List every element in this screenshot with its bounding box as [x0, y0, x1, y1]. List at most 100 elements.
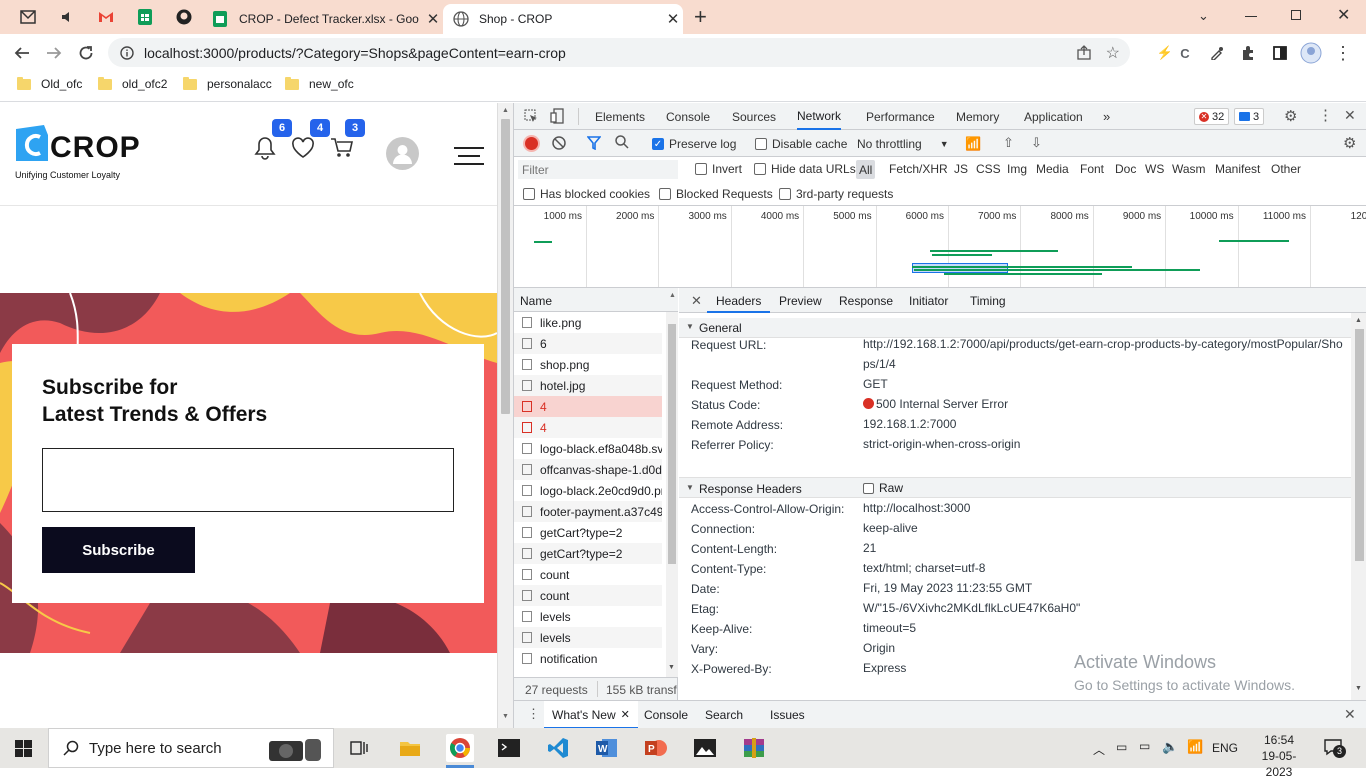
- clear-icon[interactable]: [552, 136, 566, 153]
- share-icon[interactable]: [1076, 44, 1092, 61]
- detail-tab-timing[interactable]: Timing: [970, 294, 1006, 308]
- page-scrollbar[interactable]: ▲ ▼: [497, 103, 513, 728]
- request-row[interactable]: levels: [514, 627, 662, 648]
- hide-data-urls-checkbox[interactable]: Hide data URLs: [754, 157, 856, 181]
- address-bar[interactable]: localhost:3000/products/?Category=Shops&…: [108, 38, 1130, 67]
- kebab-menu-icon[interactable]: ⋮: [1330, 40, 1356, 66]
- drawer-tab-console[interactable]: Console: [644, 708, 688, 722]
- subscribe-email-input[interactable]: [42, 448, 454, 512]
- scrollbar-thumb[interactable]: [1355, 329, 1364, 561]
- header-value[interactable]: 500 Internal Server Error: [863, 394, 1347, 414]
- new-tab-button[interactable]: +: [694, 6, 707, 28]
- window-close-button[interactable]: ✕: [1337, 5, 1350, 25]
- close-icon[interactable]: ✕: [423, 10, 443, 28]
- word-icon[interactable]: W: [593, 734, 621, 762]
- type-filter-other[interactable]: Other: [1271, 157, 1301, 181]
- blocked-cookies-checkbox[interactable]: Has blocked cookies: [523, 182, 650, 206]
- extension-icon[interactable]: C: [1172, 40, 1198, 66]
- more-tabs-icon[interactable]: »: [1103, 103, 1110, 130]
- tab-defect-tracker[interactable]: CROP - Defect Tracker.xlsx - Goo ✕: [203, 4, 443, 34]
- request-row[interactable]: hotel.jpg: [514, 375, 662, 396]
- drawer-tab-whats-new[interactable]: What's New ✕: [544, 701, 638, 729]
- kebab-menu-icon[interactable]: ⋮: [1318, 106, 1333, 124]
- sheets-icon[interactable]: [134, 6, 156, 28]
- request-row[interactable]: logo-black.ef8a048b.svg: [514, 438, 662, 459]
- windows-start-icon[interactable]: [15, 740, 32, 760]
- header-value[interactable]: GET: [863, 374, 1347, 394]
- drawer-tab-issues[interactable]: Issues: [770, 708, 805, 722]
- network-settings-gear-icon[interactable]: ⚙: [1343, 134, 1356, 152]
- scrollbar-thumb[interactable]: [501, 119, 510, 414]
- tab-memory[interactable]: Memory: [956, 103, 999, 130]
- notifications-button[interactable]: [254, 136, 276, 163]
- disable-cache-checkbox[interactable]: Disable cache: [755, 132, 847, 156]
- request-row[interactable]: offcanvas-shape-1.d0d6: [514, 459, 662, 480]
- filter-input[interactable]: [518, 160, 678, 179]
- response-header-value[interactable]: http://localhost:3000: [863, 498, 1351, 518]
- tab-sources[interactable]: Sources: [732, 103, 776, 130]
- wifi-icon[interactable]: 📶: [1187, 739, 1203, 755]
- error-counter[interactable]: ✕ 32: [1194, 108, 1230, 125]
- response-headers-section-header[interactable]: ▼ Response Headers Raw: [679, 477, 1351, 498]
- request-row[interactable]: footer-payment.a37c49: [514, 501, 662, 522]
- language-indicator[interactable]: ENG: [1212, 741, 1238, 755]
- detail-scrollbar[interactable]: ▲ ▼: [1351, 313, 1366, 700]
- chevron-up-icon[interactable]: ︿: [1093, 741, 1105, 758]
- request-row[interactable]: like.png: [514, 312, 662, 333]
- response-header-value[interactable]: 21: [863, 538, 1351, 558]
- clock[interactable]: 16:54 19-05-2023: [1250, 732, 1308, 780]
- type-filter-doc[interactable]: Doc: [1115, 157, 1136, 181]
- tab-performance[interactable]: Performance: [866, 103, 935, 130]
- request-row[interactable]: count: [514, 564, 662, 585]
- tab-application[interactable]: Application: [1024, 103, 1083, 130]
- request-row[interactable]: levels: [514, 606, 662, 627]
- gmail-icon[interactable]: [95, 6, 117, 28]
- request-row[interactable]: getCart?type=2: [514, 522, 662, 543]
- back-icon[interactable]: [9, 40, 35, 66]
- response-header-value[interactable]: timeout=5: [863, 618, 1351, 638]
- task-view-icon[interactable]: [345, 734, 373, 762]
- bookmark-personalacc[interactable]: personalacc: [183, 76, 272, 91]
- detail-tab-headers[interactable]: Headers: [707, 288, 771, 313]
- user-avatar[interactable]: [386, 137, 419, 170]
- vscode-icon[interactable]: [544, 734, 572, 762]
- powerpoint-icon[interactable]: P: [642, 734, 670, 762]
- close-drawer-icon[interactable]: ✕: [1344, 706, 1356, 723]
- header-value[interactable]: 192.168.1.2:7000: [863, 414, 1347, 434]
- close-detail-icon[interactable]: ✕: [691, 293, 702, 309]
- drawer-tab-search[interactable]: Search: [705, 708, 743, 722]
- type-filter-wasm[interactable]: Wasm: [1172, 157, 1206, 181]
- type-filter-img[interactable]: Img: [1007, 157, 1027, 181]
- raw-checkbox[interactable]: Raw: [863, 481, 903, 495]
- type-filter-manifest[interactable]: Manifest: [1215, 157, 1260, 181]
- type-filter-css[interactable]: CSS: [976, 157, 1001, 181]
- minimize-button[interactable]: [1245, 16, 1257, 17]
- detail-tab-initiator[interactable]: Initiator: [909, 294, 948, 308]
- url-text[interactable]: localhost:3000/products/?Category=Shops&…: [144, 45, 1076, 61]
- forward-icon[interactable]: [41, 40, 67, 66]
- import-har-icon[interactable]: ⇧: [1003, 135, 1014, 151]
- record-icon[interactable]: [525, 137, 538, 150]
- tab-console[interactable]: Console: [666, 103, 710, 130]
- settings-gear-icon[interactable]: ⚙: [1284, 107, 1297, 125]
- request-row[interactable]: count: [514, 585, 662, 606]
- info-icon[interactable]: [120, 45, 134, 60]
- hamburger-menu-icon[interactable]: [454, 147, 484, 165]
- response-header-value[interactable]: W/"15-/6VXivhc2MKdLflkLcUE47K6aH0": [863, 598, 1351, 618]
- header-value[interactable]: strict-origin-when-cross-origin: [863, 434, 1347, 454]
- type-filter-media[interactable]: Media: [1036, 157, 1069, 181]
- terminal-icon[interactable]: [495, 734, 523, 762]
- bookmark-old-ofc2[interactable]: old_ofc2: [98, 76, 167, 91]
- type-filter-ws[interactable]: WS: [1145, 157, 1164, 181]
- request-row[interactable]: 6: [514, 333, 662, 354]
- file-explorer-icon[interactable]: [396, 734, 424, 762]
- puzzle-icon[interactable]: [1235, 40, 1261, 66]
- volume-icon[interactable]: 🔈: [1162, 739, 1178, 755]
- chrome-icon[interactable]: [446, 734, 474, 762]
- blocked-requests-checkbox[interactable]: Blocked Requests: [659, 182, 773, 206]
- network-overview-timeline[interactable]: 1000 ms 2000 ms 3000 ms 4000 ms 5000 ms 6000 …: [514, 206, 1366, 288]
- third-party-checkbox[interactable]: 3rd-party requests: [779, 182, 893, 206]
- request-row[interactable]: notification: [514, 648, 662, 669]
- battery-icon[interactable]: ▭: [1139, 739, 1150, 753]
- notification-center-icon[interactable]: 3: [1323, 737, 1346, 758]
